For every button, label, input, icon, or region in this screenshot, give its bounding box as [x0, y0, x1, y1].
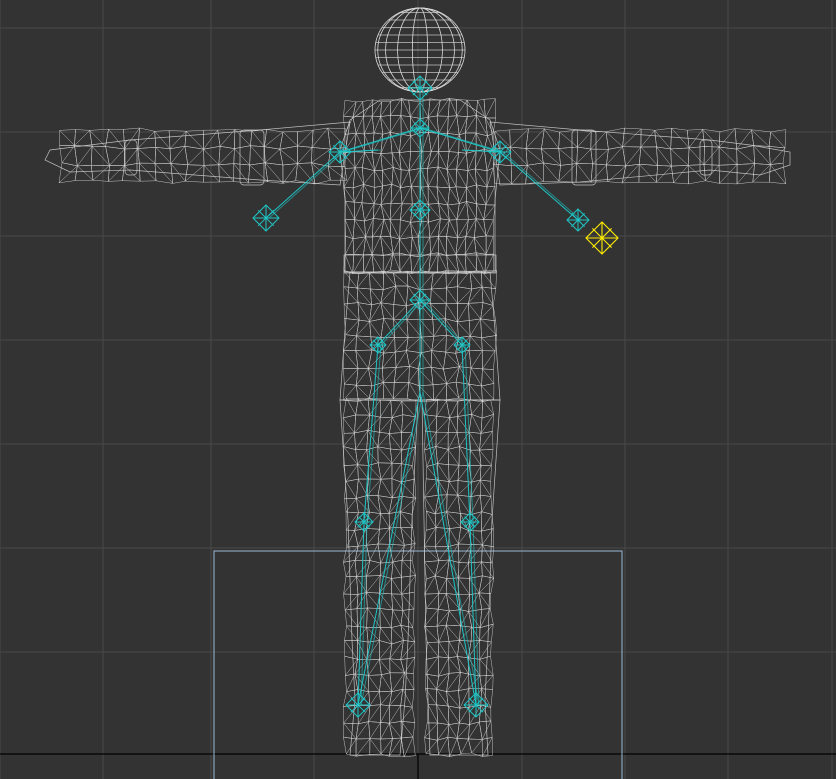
3d-viewport[interactable]	[0, 0, 836, 779]
viewport-canvas[interactable]	[0, 0, 836, 779]
